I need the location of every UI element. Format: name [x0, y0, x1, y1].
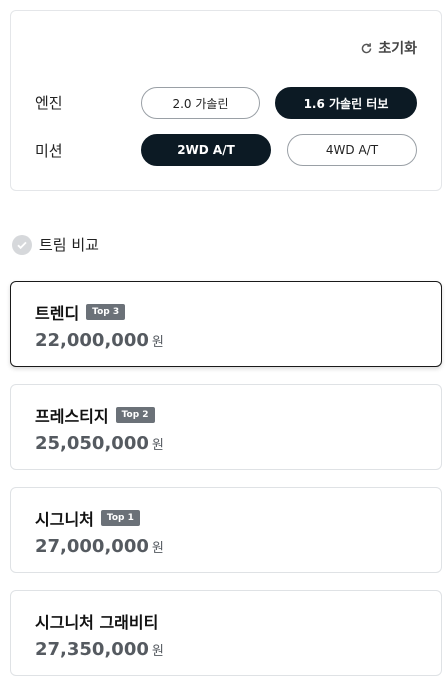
price-unit: 원: [151, 644, 164, 659]
trim-card-signature[interactable]: 시그니처 Top 1 27,000,000 원: [10, 487, 442, 573]
trim-card-prestige[interactable]: 프레스티지 Top 2 25,050,000 원: [10, 384, 442, 470]
transmission-label: 미션: [35, 142, 63, 160]
transmission-option-4wd[interactable]: 4WD A/T: [287, 134, 417, 166]
price-unit: 원: [151, 438, 164, 453]
trim-price: 27,350,000: [35, 639, 149, 660]
trim-card-signature-gravity[interactable]: 시그니처 그래비티 27,350,000 원: [10, 590, 442, 676]
engine-option-2-0-gasoline[interactable]: 2.0 가솔린: [141, 87, 260, 119]
rank-badge: Top 3: [86, 304, 126, 320]
trim-name: 시그니처: [35, 510, 94, 529]
reset-label: 초기화: [378, 41, 417, 57]
engine-label: 엔진: [35, 94, 63, 112]
trim-price: 27,000,000: [35, 536, 149, 557]
trim-price: 22,000,000: [35, 330, 149, 351]
engine-option-1-6-turbo[interactable]: 1.6 가솔린 터보: [275, 87, 417, 119]
refresh-icon: [362, 42, 372, 53]
price-unit: 원: [151, 335, 164, 350]
price-unit: 원: [151, 541, 164, 556]
trim-compare-toggle[interactable]: 트림 비교: [12, 234, 99, 255]
trim-card-trendy[interactable]: 트렌디 Top 3 22,000,000 원: [10, 281, 442, 367]
rank-badge: Top 2: [115, 407, 155, 423]
rank-badge: Top 1: [100, 510, 140, 526]
trim-name: 프레스티지: [35, 407, 109, 426]
trim-price: 25,050,000: [35, 433, 149, 454]
trim-name: 시그니처 그래비티: [35, 613, 159, 632]
trim-compare-label: 트림 비교: [39, 236, 99, 254]
options-panel: 초기화 엔진 2.0 가솔린 1.6 가솔린 터보 미션 2WD A/T 4WD…: [10, 10, 442, 191]
reset-button[interactable]: 초기화: [360, 38, 417, 58]
transmission-option-2wd[interactable]: 2WD A/T: [141, 134, 271, 166]
check-icon: [12, 234, 32, 255]
trim-name: 트렌디: [35, 304, 80, 323]
